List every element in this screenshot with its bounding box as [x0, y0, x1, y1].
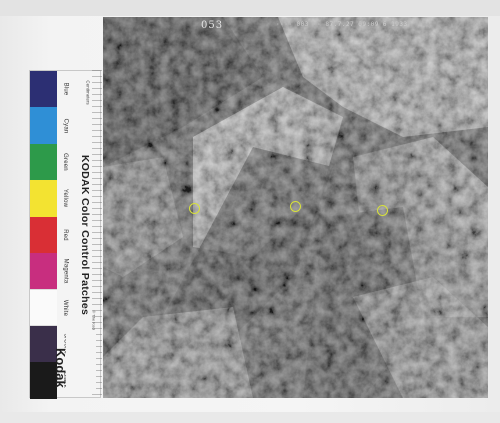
- color-patch-magenta: [30, 252, 57, 290]
- patch-label-text: White: [62, 299, 68, 316]
- patch-label-text: Red: [61, 228, 68, 241]
- frame-header-text: ···· 003 ·· 87.7.27 09:09 6 1933: [276, 21, 408, 28]
- paper-top-edge: [0, 0, 500, 16]
- patch-label-text: Blue: [62, 82, 68, 96]
- color-patch-green: [30, 143, 57, 181]
- marker-2: [290, 201, 301, 212]
- marker-3: [377, 205, 388, 216]
- marker-1: [189, 203, 200, 214]
- color-patch-red: [30, 216, 57, 253]
- color-patch-yellow: [30, 180, 57, 217]
- kodak-logo: Kodak: [53, 330, 96, 392]
- color-patch-white: [30, 289, 57, 326]
- frame-number: 053: [201, 20, 224, 31]
- patch-label-text: Green: [62, 153, 68, 171]
- patch-label-text: Cyan: [62, 118, 68, 133]
- color-patch-cyan: [30, 107, 57, 144]
- patch-label-text: Magenta: [62, 258, 68, 284]
- color-patch-blue: [30, 71, 57, 108]
- kodak-logo-text: Kodak: [53, 348, 68, 388]
- patch-label-text: Yellow: [62, 189, 69, 208]
- centimeters-label: Centimeters: [83, 72, 93, 112]
- centimeters-label-text: Centimeters: [85, 79, 91, 105]
- paper-bottom-edge: [0, 412, 500, 423]
- kodak-title-text: KODAK Color Control Patches: [79, 154, 91, 316]
